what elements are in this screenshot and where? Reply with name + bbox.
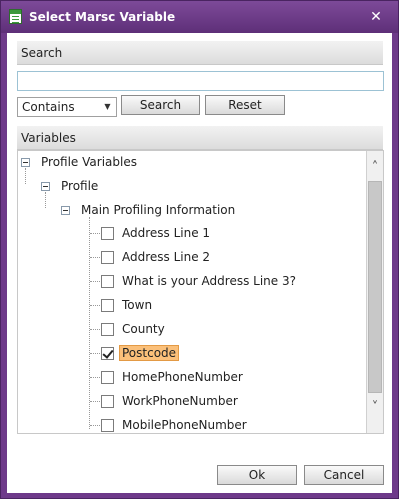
tree-connector xyxy=(45,192,46,208)
select-variable-dialog: Select Marsc Variable ✕ Search Contains … xyxy=(0,0,399,499)
variable-item-label[interactable]: What is your Address Line 3? xyxy=(122,274,296,288)
variable-item-label[interactable]: Town xyxy=(122,298,152,312)
tree-connector xyxy=(25,168,26,184)
form-icon xyxy=(9,9,22,24)
collapse-icon[interactable] xyxy=(21,158,30,167)
chevron-down-icon: ▼ xyxy=(104,102,111,111)
variables-section-header: Variables xyxy=(17,126,383,150)
scroll-up-icon[interactable]: ˄ xyxy=(367,159,383,177)
tree-node-profile[interactable]: Profile xyxy=(61,179,98,193)
collapse-icon[interactable] xyxy=(61,206,70,215)
tree-connector xyxy=(90,377,100,378)
scroll-down-icon[interactable]: ˅ xyxy=(367,399,383,417)
variable-item-label[interactable]: WorkPhoneNumber xyxy=(122,394,238,408)
variable-checkbox[interactable] xyxy=(101,299,114,312)
variable-item-label[interactable]: Postcode xyxy=(119,345,180,361)
tree-connector xyxy=(90,257,100,258)
tree-connector xyxy=(90,353,100,354)
variable-item-label[interactable]: Address Line 1 xyxy=(122,226,210,240)
ok-button[interactable]: Ok xyxy=(217,465,297,485)
tree-connector xyxy=(90,233,100,234)
variable-item-label[interactable]: Address Line 2 xyxy=(122,250,210,264)
variable-checkbox[interactable] xyxy=(101,251,114,264)
operator-select-value: Contains xyxy=(22,100,75,114)
cancel-button[interactable]: Cancel xyxy=(304,465,384,485)
tree-connector xyxy=(90,281,100,282)
search-section-header: Search xyxy=(17,41,383,65)
search-input[interactable] xyxy=(17,71,384,91)
tree-node-main-profiling[interactable]: Main Profiling Information xyxy=(81,203,235,217)
dialog-title: Select Marsc Variable xyxy=(29,10,176,24)
variable-checkbox[interactable] xyxy=(101,227,114,240)
reset-button[interactable]: Reset xyxy=(205,95,285,115)
tree-connector xyxy=(90,401,100,402)
tree-connector xyxy=(89,217,90,429)
variable-checkbox[interactable] xyxy=(101,395,114,408)
tree-connector xyxy=(90,425,100,426)
scroll-thumb[interactable] xyxy=(368,181,382,393)
vertical-scrollbar[interactable]: ˄ ˅ xyxy=(366,151,383,433)
close-icon[interactable]: ✕ xyxy=(368,9,384,25)
variable-checkbox[interactable] xyxy=(101,275,114,288)
variable-checkbox[interactable] xyxy=(101,323,114,336)
collapse-icon[interactable] xyxy=(41,182,50,191)
variable-item-label[interactable]: MobilePhoneNumber xyxy=(122,418,247,432)
operator-select[interactable]: Contains ▼ xyxy=(17,97,117,117)
tree-connector xyxy=(90,329,100,330)
variable-checkbox[interactable] xyxy=(101,371,114,384)
tree-connector xyxy=(90,305,100,306)
tree-node-profile-variables[interactable]: Profile Variables xyxy=(41,155,137,169)
variables-tree: Profile Variables Profile Main Profiling… xyxy=(17,150,384,434)
search-button[interactable]: Search xyxy=(121,95,200,115)
dialog-body: Search Contains ▼ Search Reset Variables… xyxy=(7,33,392,493)
variable-checkbox[interactable] xyxy=(101,347,114,360)
title-bar[interactable]: Select Marsc Variable ✕ xyxy=(1,1,398,33)
variable-item-label[interactable]: County xyxy=(122,322,165,336)
variable-item-label[interactable]: HomePhoneNumber xyxy=(122,370,243,384)
variable-checkbox[interactable] xyxy=(101,419,114,432)
